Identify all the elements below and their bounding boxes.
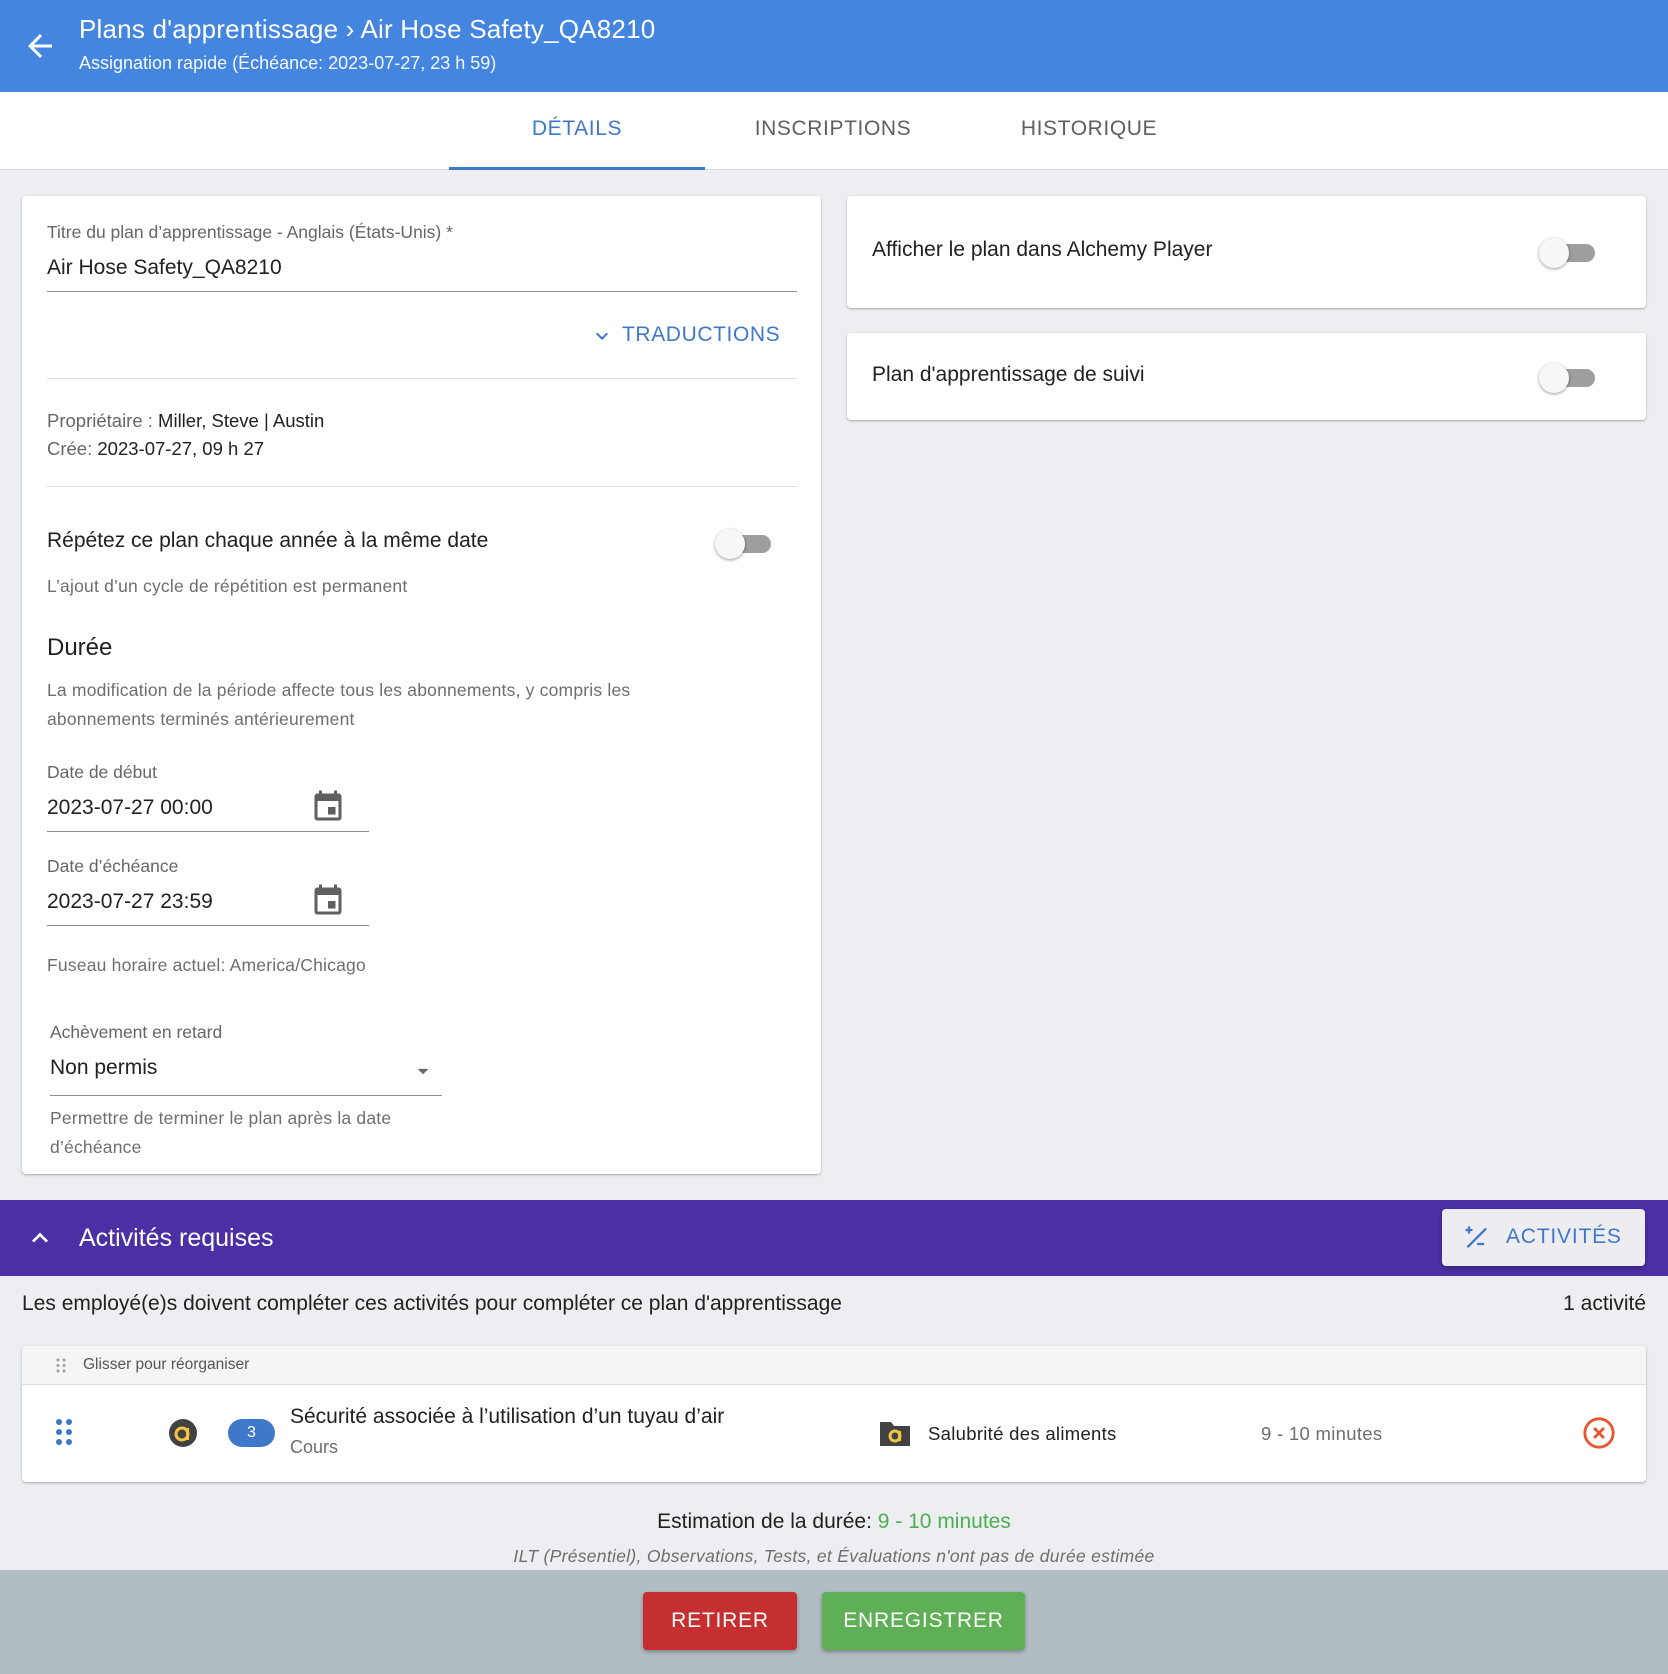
toggle-thumb (715, 529, 745, 559)
drag-hint-row: Glisser pour réorganiser (22, 1346, 1646, 1385)
late-completion-select[interactable]: Non permis (50, 1050, 442, 1094)
activity-count-badge: 3 (228, 1419, 275, 1447)
title-field-label: Titre du plan d’apprentissage - Anglais … (47, 222, 453, 242)
activities-description: Les employé(e)s doivent compléter ces ac… (22, 1292, 842, 1315)
player-label: Afficher le plan dans Alchemy Player (872, 238, 1213, 261)
activities-count: 1 activité (1563, 1292, 1646, 1315)
translations-label: TRADUCTIONS (622, 323, 781, 346)
drag-handle-icon[interactable] (56, 1419, 72, 1445)
followup-label: Plan d'apprentissage de suivi (872, 363, 1145, 386)
tab-bar: DÉTAILS INSCRIPTIONS HISTORIQUE (0, 92, 1668, 170)
folder-icon (880, 1422, 910, 1446)
late-completion-hint-2: d’échéance (50, 1137, 142, 1157)
estimate-value: 9 - 10 minutes (877, 1510, 1011, 1533)
due-date-label: Date d’échéance (47, 856, 179, 876)
title-input-underline (47, 291, 797, 292)
estimate-label: Estimation de la durée: (657, 1510, 872, 1533)
start-date-underline (47, 831, 369, 832)
drag-handle-icon (56, 1358, 66, 1373)
due-date-input[interactable]: 2023-07-27 23:59 (47, 890, 213, 914)
duration-heading: Durée (47, 634, 113, 661)
late-completion-value: Non permis (50, 1056, 158, 1079)
activity-title[interactable]: Sécurité associée à l’utilisation d’un t… (290, 1405, 724, 1429)
translations-button[interactable]: TRADUCTIONS (594, 323, 780, 347)
owner-value: Miller, Steve | Austin (158, 410, 325, 431)
duration-hint-line-1: La modification de la période affecte to… (47, 680, 631, 700)
divider (47, 486, 797, 487)
duration-hint-line-2: abonnements terminés antérieurement (47, 709, 355, 729)
tab-history[interactable]: HISTORIQUE (961, 92, 1217, 170)
start-date-label: Date de début (47, 762, 157, 782)
arrow-left-icon[interactable] (22, 28, 58, 64)
required-activities-heading: Activités requises (79, 1224, 274, 1252)
page-subtitle: Assignation rapide (Échéance: 2023-07-27… (79, 53, 497, 73)
followup-toggle[interactable] (1539, 360, 1599, 394)
activities-list: Glisser pour réorganiser 3 Sécurité asso… (22, 1346, 1646, 1482)
chevron-up-icon[interactable] (24, 1222, 56, 1254)
activity-row: 3 Sécurité associée à l’utilisation d’un… (22, 1385, 1646, 1482)
repeat-hint: L’ajout d’un cycle de répétition est per… (47, 576, 408, 596)
title-input[interactable]: Air Hose Safety_QA8210 (47, 256, 282, 280)
owner-label: Propriétaire : (47, 410, 153, 431)
timezone-text: Fuseau horaire actuel: America/Chicago (47, 955, 366, 975)
required-activities-bar: Activités requises ACTIVITÉS (0, 1200, 1668, 1276)
repeat-toggle[interactable] (715, 526, 775, 560)
dropdown-arrow-icon (417, 1068, 429, 1075)
add-activities-label: ACTIVITÉS (1506, 1225, 1622, 1248)
activity-type: Cours (290, 1437, 339, 1457)
save-button[interactable]: ENREGISTRER (822, 1592, 1025, 1650)
duration-estimate: Estimation de la durée: 9 - 10 minutes (0, 1510, 1668, 1534)
late-completion-hint-1: Permettre de terminer le plan après la d… (50, 1108, 392, 1128)
app-header: Plans d'apprentissage › Air Hose Safety_… (0, 0, 1668, 92)
start-date-input[interactable]: 2023-07-27 00:00 (47, 796, 213, 820)
footer-bar: RETIRER ENREGISTRER (0, 1570, 1668, 1674)
details-card: Titre du plan d’apprentissage - Anglais … (22, 196, 821, 1174)
alchemy-logo-icon (169, 1419, 197, 1447)
add-activity-icon (1465, 1226, 1487, 1248)
toggle-thumb (1539, 363, 1569, 393)
activity-category: Salubrité des aliments (928, 1423, 1117, 1444)
drag-hint-text: Glisser pour réorganiser (83, 1356, 250, 1373)
page-title: Plans d'apprentissage › Air Hose Safety_… (79, 14, 656, 44)
activity-duration: 9 - 10 minutes (1261, 1423, 1383, 1444)
late-completion-label: Achèvement en retard (50, 1022, 223, 1042)
created-value: 2023-07-27, 09 h 27 (97, 438, 265, 459)
tab-details[interactable]: DÉTAILS (449, 92, 705, 170)
chevron-down-icon (596, 332, 608, 340)
created-label: Crée: (47, 438, 93, 459)
add-activities-button[interactable]: ACTIVITÉS (1442, 1209, 1645, 1266)
due-date-underline (47, 925, 369, 926)
player-toggle[interactable] (1539, 235, 1599, 269)
tab-inscriptions[interactable]: INSCRIPTIONS (705, 92, 961, 170)
remove-circle-icon[interactable] (1582, 1416, 1616, 1450)
owner-info: Propriétaire : Miller, Steve | Austin Cr… (47, 407, 324, 463)
remove-button[interactable]: RETIRER (643, 1592, 797, 1650)
late-completion-underline (50, 1095, 442, 1096)
calendar-icon[interactable] (310, 883, 346, 919)
repeat-label: Répétez ce plan chaque année à la même d… (47, 529, 489, 552)
divider (47, 378, 797, 379)
followup-card: Plan d'apprentissage de suivi (847, 333, 1646, 420)
estimate-note: ILT (Présentiel), Observations, Tests, e… (513, 1546, 1155, 1566)
toggle-thumb (1539, 238, 1569, 268)
player-card: Afficher le plan dans Alchemy Player (847, 196, 1646, 308)
calendar-icon[interactable] (310, 789, 346, 825)
